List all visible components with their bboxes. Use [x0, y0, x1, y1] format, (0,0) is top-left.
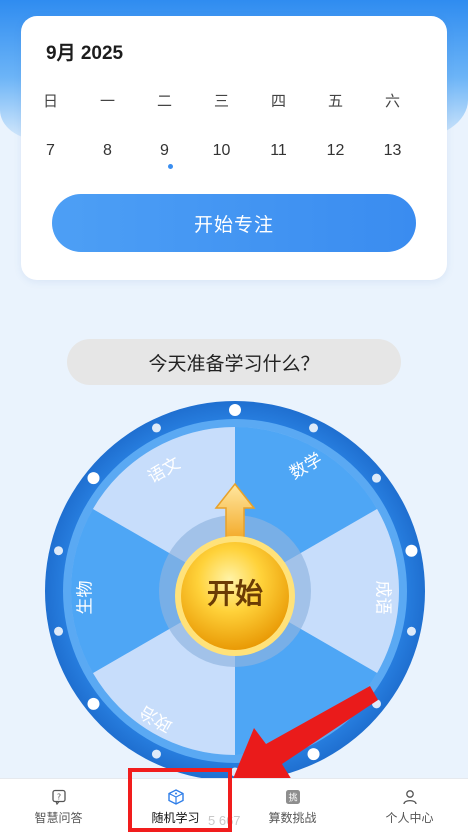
calendar-day[interactable]: 10	[193, 142, 250, 160]
tab-arithmetic-challenge[interactable]: 挑 算数挑战	[234, 779, 351, 832]
tab-label: 个人中心	[385, 811, 434, 825]
calendar-day[interactable]: 12	[307, 142, 364, 160]
wheel-bulb	[307, 748, 320, 761]
wheel-bulb	[309, 423, 319, 433]
svg-text:挑: 挑	[288, 792, 297, 804]
calendar-day[interactable]: 13	[364, 142, 421, 160]
calendar-day-row: 7 8 9 10 11 12 13	[22, 142, 448, 160]
wheel-bulb	[406, 626, 416, 636]
qa-icon: ?	[50, 788, 68, 806]
wheel-bulb	[372, 699, 382, 709]
wheel-bulb	[54, 626, 64, 636]
segment-label-idiom: 成语	[372, 580, 393, 615]
wheel-bulb	[229, 404, 241, 416]
selected-day-indicator	[168, 164, 173, 169]
wheel-bulb	[151, 423, 161, 433]
weekday-header-row: 日 一 二 三 四 五 六	[22, 90, 448, 111]
calendar-month-title: 9月 2025	[46, 43, 124, 64]
weekday-sun: 日	[42, 92, 58, 110]
user-icon	[401, 788, 419, 806]
calendar-day[interactable]: 7	[22, 142, 79, 160]
tab-label: 算数挑战	[268, 811, 317, 825]
weekday-tue: 二	[156, 92, 172, 110]
wheel-start-label[interactable]: 开始	[186, 572, 284, 612]
wheel-bulb	[405, 544, 418, 557]
tab-profile[interactable]: 个人中心	[351, 779, 468, 832]
wheel-question: 今天准备学习什么？	[67, 339, 401, 385]
calendar-day[interactable]: 8	[79, 142, 136, 160]
dice-icon	[167, 788, 185, 806]
weekday-mon: 一	[99, 92, 115, 110]
weekday-thu: 四	[270, 92, 286, 110]
segment-label-biology: 生物	[75, 580, 96, 615]
challenge-icon: 挑	[284, 788, 302, 806]
calendar-day[interactable]: 11	[250, 142, 307, 160]
tab-label: 智慧问答	[34, 811, 83, 825]
wheel-bulb	[87, 472, 100, 485]
weekday-wed: 三	[213, 92, 229, 110]
wheel-bulb	[372, 473, 382, 483]
weekday-fri: 五	[327, 92, 343, 110]
wheel-bulb	[151, 749, 161, 759]
weekday-sat: 六	[384, 92, 400, 110]
wheel-bulb	[230, 767, 240, 777]
partial-number-text: 5 667	[208, 813, 241, 828]
tab-smart-qa[interactable]: ? 智慧问答	[0, 779, 117, 832]
tab-label: 随机学习	[151, 811, 200, 825]
wheel-bulb	[87, 697, 100, 710]
calendar-day-selected[interactable]: 9	[136, 142, 193, 160]
start-focus-button[interactable]: 开始专注	[52, 194, 416, 252]
svg-text:?: ?	[56, 793, 60, 802]
wheel-bulb	[54, 546, 64, 556]
